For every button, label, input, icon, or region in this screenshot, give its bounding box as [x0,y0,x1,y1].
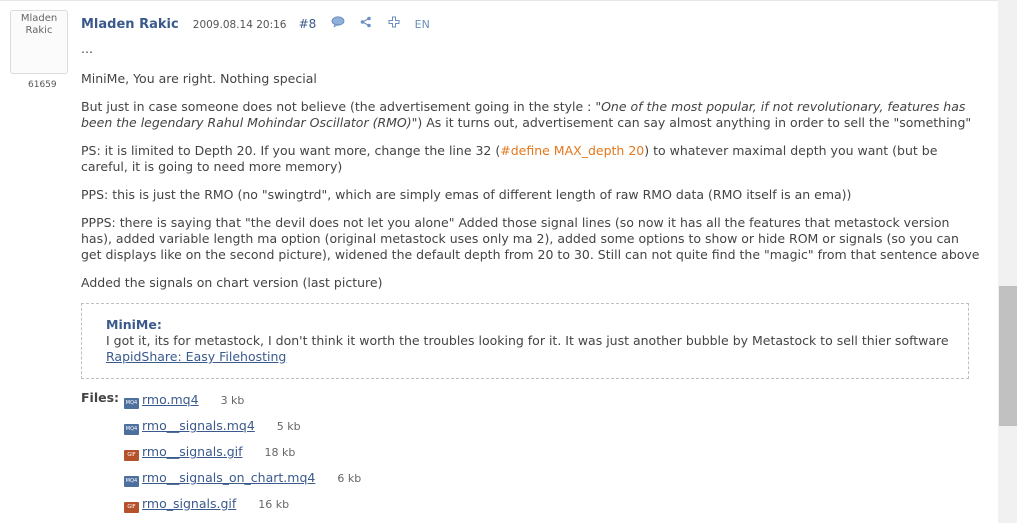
gif-file-icon: GIF [124,450,139,461]
file-size: 6 kb [337,472,362,485]
quote-author: MiniMe: [106,317,162,332]
plus-icon[interactable] [388,16,400,31]
file-size: 16 kb [258,498,290,511]
code-snippet: #define MAX_depth 20 [500,143,645,158]
paragraph-6: Added the signals on chart version (last… [81,275,383,290]
post-body: ... MiniMe, You are right. Nothing speci… [81,41,981,379]
paragraph-5: PPPS: there is saying that "the devil do… [81,215,980,262]
post-number-link[interactable]: #8 [299,17,317,31]
ellipsis-text: ... [81,41,93,56]
file-item[interactable]: MQ4 rmo__signals.mq4 5 kb [124,418,301,435]
file-item[interactable]: MQ4 rmo.mq4 3 kb [124,392,245,409]
avatar[interactable]: Mladen Rakic [10,10,68,74]
paragraph-2: But just in case someone does not believ… [81,99,981,131]
file-link[interactable]: rmo_signals.gif [142,496,236,511]
file-size: 18 kb [264,446,296,459]
gif-file-icon: GIF [124,502,139,513]
files-label: Files: [81,390,120,405]
scrollbar-track[interactable] [998,0,1017,523]
mq4-file-icon: MQ4 [124,424,139,435]
file-link[interactable]: rmo__signals.mq4 [142,418,255,433]
file-link[interactable]: rmo__signals_on_chart.mq4 [142,470,315,485]
paragraph-2-end: ") As it turns out, advertisement can sa… [411,115,972,130]
quote-text: I got it, its for metastock, I don't thi… [106,333,949,348]
paragraph-3: PS: it is limited to Depth 20. If you wa… [81,143,981,175]
quote-block: MiniMe: I got it, its for metastock, I d… [81,303,969,379]
quote-link[interactable]: RapidShare: Easy Filehosting [106,349,286,364]
avatar-name-line1: Mladen [20,13,58,24]
scrollbar-thumb[interactable] [999,286,1017,426]
file-item[interactable]: GIF rmo_signals.gif 16 kb [124,496,290,513]
top-divider [0,0,998,7]
file-link[interactable]: rmo.mq4 [142,392,199,407]
avatar-name-line2: Rakic [25,25,53,36]
file-size: 5 kb [276,420,301,433]
file-item[interactable]: MQ4 rmo__signals_on_chart.mq4 6 kb [124,470,362,487]
post-header: Mladen Rakic 2009.08.14 20:16 #8 EN [81,13,430,32]
mq4-file-icon: MQ4 [124,476,139,487]
paragraph-4: PPS: this is just the RMO (no "swingtrd"… [81,187,852,202]
comment-icon[interactable] [331,16,345,31]
file-link[interactable]: rmo__signals.gif [142,444,243,459]
file-size: 3 kb [220,394,245,407]
paragraph-3-start: PS: it is limited to Depth 20. If you wa… [81,143,501,158]
share-icon[interactable] [360,16,372,31]
mq4-file-icon: MQ4 [124,398,139,409]
post-date: 2009.08.14 20:16 [192,19,287,31]
paragraph-2-start: But just in case someone does not believ… [81,99,602,114]
language-link[interactable]: EN [415,18,430,31]
paragraph-1: MiniMe, You are right. Nothing special [81,71,317,86]
author-name[interactable]: Mladen Rakic [81,17,179,32]
file-item[interactable]: GIF rmo__signals.gif 18 kb [124,444,296,461]
post-count: 61659 [28,80,57,90]
